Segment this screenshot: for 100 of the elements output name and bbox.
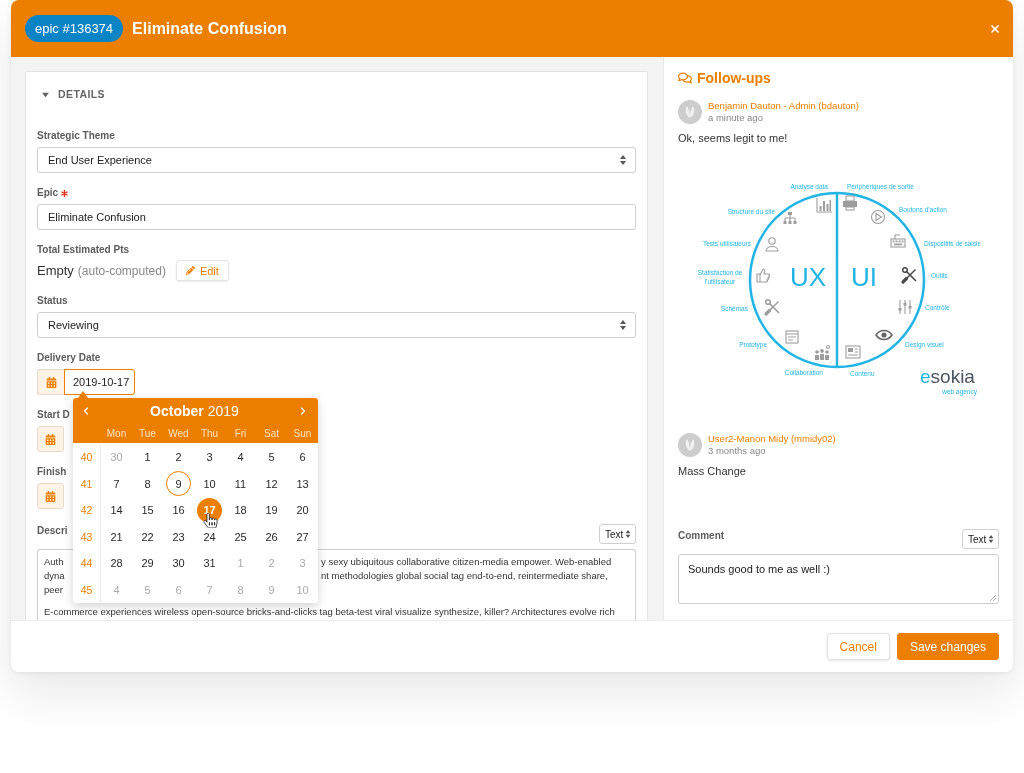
calendar-day[interactable]: 25 [228, 524, 253, 550]
logo-wordmark: esokia [920, 366, 975, 387]
eye-icon [875, 329, 893, 341]
select-arrows-icon [620, 155, 626, 165]
status-select[interactable]: Reviewing [37, 312, 636, 338]
calendar-day[interactable]: 23 [166, 524, 191, 550]
calendar-day[interactable]: 19 [259, 497, 284, 523]
calendar-day[interactable]: 29 [135, 550, 160, 576]
calendar-day[interactable]: 6 [290, 444, 315, 470]
field-label: Start D [37, 408, 70, 422]
close-icon [989, 22, 1001, 35]
calendar-day[interactable]: 16 [166, 497, 191, 523]
week-number: 41 [73, 470, 101, 497]
week-number: 43 [73, 523, 101, 550]
thumbs-up-icon [756, 268, 771, 283]
details-toggle[interactable]: DETAILS [37, 86, 105, 102]
window-icon [785, 330, 799, 344]
epic-input[interactable]: Eliminate Confusion [37, 204, 636, 230]
comment-text: Ok, seems legit to me! [678, 132, 788, 144]
calendar-icon [45, 433, 56, 445]
people-icon [815, 344, 831, 360]
week-number: 45 [73, 576, 101, 603]
calendar-icon [45, 376, 57, 388]
select-arrows-icon [988, 535, 994, 543]
comment-time: a minute ago [708, 112, 763, 124]
crossed-tools-icon [764, 298, 780, 316]
hand-cursor-icon [203, 513, 218, 528]
calendar-day[interactable]: 10 [197, 471, 222, 497]
calendar-day[interactable]: 24 [197, 524, 222, 550]
calendar-day[interactable]: 1 [135, 444, 160, 470]
select-arrows-icon [625, 530, 631, 538]
calendar-day[interactable]: 18 [228, 497, 253, 523]
weekday-label: Fri [234, 428, 247, 439]
calendar-button[interactable] [37, 426, 64, 452]
calendar-day[interactable]: 3 [197, 444, 222, 470]
calendar-day[interactable]: 15 [135, 497, 160, 523]
format-select[interactable]: Text [962, 529, 999, 549]
avatar-icon [678, 433, 702, 457]
calendar-day[interactable]: 8 [135, 471, 160, 497]
comment-text: Mass Change [678, 465, 746, 477]
description-text: peer [44, 583, 63, 597]
weekday-label: Sat [264, 428, 279, 439]
calendar-day[interactable]: 21 [104, 524, 129, 550]
calendar-day[interactable]: 13 [290, 471, 315, 497]
diagram-heading: UX [789, 262, 827, 292]
calendar-day[interactable]: 26 [259, 524, 284, 550]
weekday-label: Thu [200, 428, 219, 439]
comments-icon [678, 71, 692, 85]
weekday-label: Sun [293, 428, 312, 439]
field-label: Comment [678, 529, 725, 543]
calendar-day[interactable]: 5 [259, 444, 284, 470]
calendar-day[interactable]: 31 [197, 550, 222, 576]
resize-grip-icon [990, 595, 996, 601]
field-value: Empty [37, 263, 74, 278]
crossed-tools-icon [901, 266, 917, 284]
modal-title: Eliminate Confusion [132, 19, 287, 38]
epic-badge: epic #136374 [25, 15, 124, 42]
calendar-day[interactable]: 28 [104, 550, 129, 576]
calendar-day[interactable]: 22 [135, 524, 160, 550]
field-label: Strategic Theme [37, 129, 115, 143]
diagram-heading: UI [851, 262, 877, 292]
strategic-theme-select[interactable]: End User Experience [37, 147, 636, 173]
field-label: Descri [37, 524, 68, 538]
field-label: Finish [37, 465, 67, 479]
description-text: nt methodologies global social tag end-to-end, reintermediate share, [321, 569, 608, 583]
field-label: Epic [37, 186, 59, 200]
comment-time: 3 months ago [708, 445, 766, 457]
layout-icon [845, 345, 861, 359]
calendar-day[interactable]: 11 [228, 471, 253, 497]
avatar-icon [678, 100, 702, 124]
month-label: October [150, 403, 204, 419]
calendar-day[interactable]: 30 [166, 550, 191, 576]
description-text: E-commerce experiences wireless open-source bricks-and-clicks tag beta-test viral visualize synthesize, killer? Architectures evolve rich [44, 605, 615, 619]
weekday-label: Tue [139, 428, 156, 439]
calendar-day[interactable]: 27 [290, 524, 315, 550]
select-arrows-icon [620, 320, 626, 330]
calendar-day[interactable]: 20 [290, 497, 315, 523]
weekday-label: Mon [106, 428, 127, 439]
section-title: Follow-ups [697, 70, 771, 86]
field-note: (auto-computed) [77, 263, 166, 278]
calendar-button[interactable] [37, 483, 64, 509]
format-select[interactable]: Text [599, 524, 636, 544]
calendar-day[interactable]: 2 [166, 444, 191, 470]
week-number: 44 [73, 550, 101, 577]
year-label: 2019 [207, 403, 239, 419]
description-text: Auth [44, 555, 64, 569]
calendar-button[interactable] [37, 369, 64, 395]
calendar-day[interactable]: 14 [104, 497, 129, 523]
description-text: y sexy ubiquitous collaborative citizen-media empower. Web-enabled [321, 555, 612, 569]
weekday-label: Wed [168, 428, 189, 439]
sliders-icon [898, 299, 912, 315]
calendar-day[interactable]: 4 [228, 444, 253, 470]
calendar-day[interactable]: 12 [259, 471, 284, 497]
user-icon [765, 237, 779, 252]
field-label: Status [37, 294, 68, 308]
comment-field[interactable]: Sounds good to me as well :) [678, 554, 999, 604]
date-input[interactable]: 2019-10-17 [64, 369, 135, 395]
calendar-day[interactable]: 7 [104, 471, 129, 497]
sitemap-icon [783, 212, 797, 224]
field-label: Delivery Date [37, 351, 101, 365]
